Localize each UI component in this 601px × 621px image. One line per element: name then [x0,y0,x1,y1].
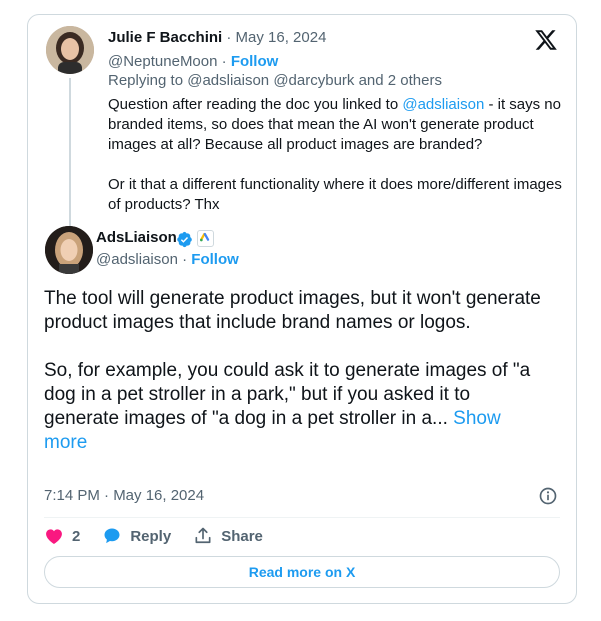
parent-tweet-text: Question after reading the doc you linke… [108,95,578,215]
share-button[interactable]: Share [193,526,263,546]
tweet-actions: 2 Reply Share [44,525,285,547]
divider [44,517,560,518]
speech-bubble-icon [104,528,120,544]
reply-author-handle[interactable]: @adsliaison [96,251,178,268]
verified-badge-icon [177,231,192,248]
parent-text-paragraph: Or it that a different functionality whe… [108,176,562,213]
parent-author-handle[interactable]: @NeptuneMoon [108,53,217,70]
follow-adsliaison-button[interactable]: Follow [191,251,239,268]
reply-button[interactable]: Reply [102,526,171,546]
x-logo-icon[interactable] [534,28,558,52]
embedded-tweet-card: Julie F Bacchini · May 16, 2024 @Neptune… [27,14,577,604]
reply-tweet-text: The tool will generate product images, b… [44,287,544,455]
replying-to-line: Replying to @adsliaison @darcyburk and 2… [108,72,442,89]
mention-link[interactable]: @adsliaison [402,96,484,113]
parent-author-name[interactable]: Julie F Bacchini [108,29,222,46]
like-button[interactable]: 2 [44,526,80,546]
google-ads-affiliate-icon [197,230,214,247]
heart-icon [46,529,62,544]
read-more-on-x-button[interactable]: Read more on X [44,556,560,588]
share-label: Share [221,527,263,545]
parent-tweet-date[interactable]: · May 16, 2024 [222,29,326,46]
parent-handle-line: @NeptuneMoon · Follow [108,52,278,72]
reply-label: Reply [130,527,172,545]
parent-text-part: Question after reading the doc you linke… [108,96,403,113]
reply-author-name[interactable]: AdsLiaison [96,228,177,248]
like-count: 2 [72,527,81,545]
follow-julie-button[interactable]: Follow [231,53,279,70]
share-icon [195,527,211,544]
tweet-timestamp[interactable]: 7:14 PM · May 16, 2024 [44,486,204,506]
thread-connector-line [69,78,71,228]
reply-handle-line: @adsliaison · Follow [96,250,239,270]
parent-author-line: Julie F Bacchini · May 16, 2024 [108,28,326,48]
adsliaison-avatar[interactable] [45,226,93,274]
info-icon[interactable] [538,486,558,506]
separator: · [217,53,231,70]
reply-text-paragraph: The tool will generate product images, b… [44,288,541,333]
julie-avatar[interactable] [46,26,94,74]
separator: · [177,251,192,268]
